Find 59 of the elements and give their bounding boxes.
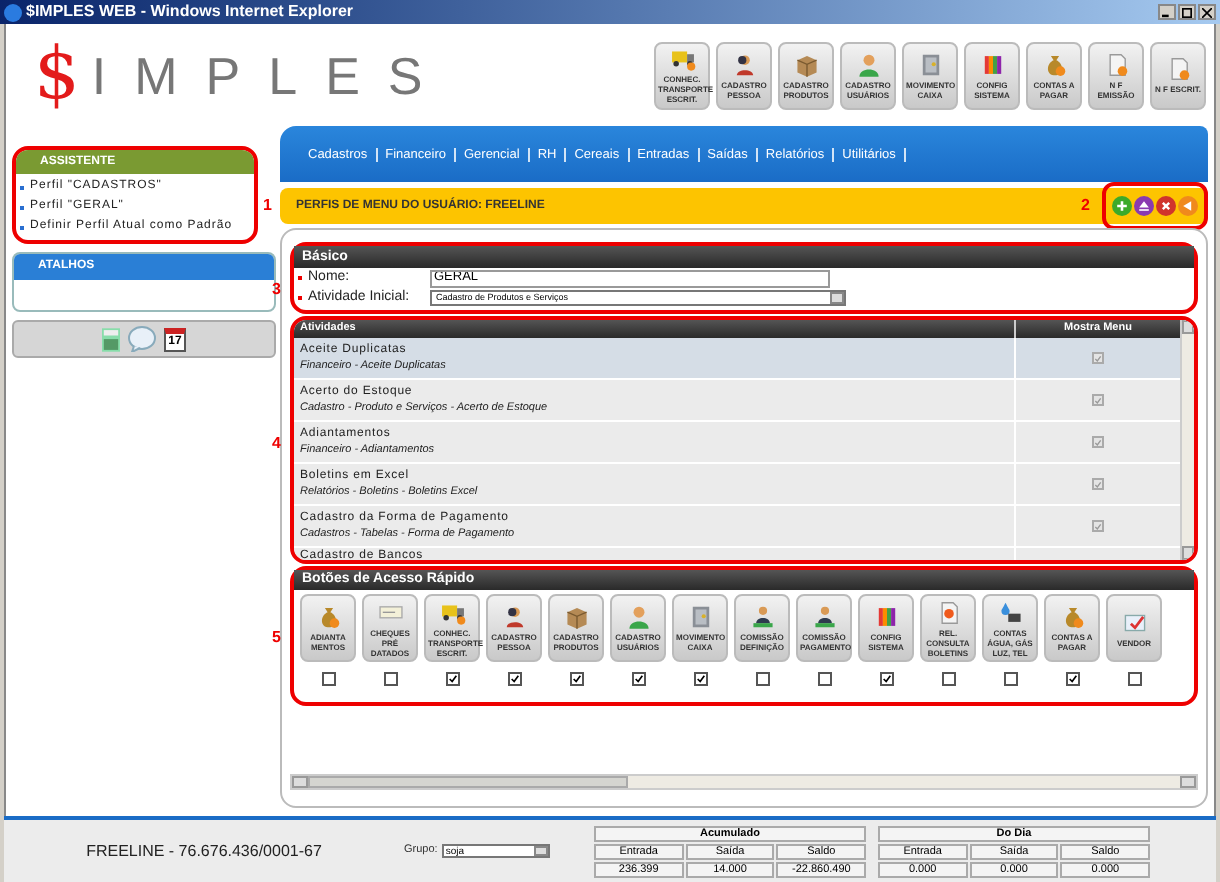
checkbox[interactable]: [1003, 672, 1017, 686]
box-icon: [793, 51, 819, 77]
checkbox[interactable]: [507, 672, 521, 686]
user-icon: [855, 51, 881, 77]
x-icon: [1158, 198, 1174, 214]
add-button[interactable]: [1112, 196, 1132, 216]
checkbox[interactable]: [1065, 672, 1079, 686]
checkbox[interactable]: [569, 672, 583, 686]
truck-icon: [439, 599, 465, 625]
logo: $ IMPLES: [34, 39, 453, 111]
user-icon: [625, 604, 651, 630]
color-palette-icon: [979, 51, 1005, 77]
window-title: $IMPLES WEB - Windows Internet Explorer: [26, 0, 355, 24]
vertical-scrollbar[interactable]: [1180, 320, 1194, 560]
caret-icon: [830, 292, 844, 304]
person-icon: [501, 604, 527, 630]
person-icon: [811, 604, 837, 630]
box-icon: [563, 604, 589, 630]
checkbox[interactable]: [321, 672, 335, 686]
close-icon: [1202, 7, 1212, 17]
checkbox[interactable]: [941, 672, 955, 686]
checkbox[interactable]: [693, 672, 707, 686]
minimize-button[interactable]: [1158, 4, 1176, 20]
checkbox[interactable]: [817, 672, 831, 686]
water-drop-icon: [997, 599, 1023, 625]
annotation-number: 2: [1081, 194, 1090, 218]
annotation-number: 4: [272, 432, 281, 456]
truck-icon: [669, 46, 695, 72]
close-button[interactable]: [1198, 4, 1216, 20]
checkbox[interactable]: [879, 672, 893, 686]
checkbox[interactable]: [445, 672, 459, 686]
checkbox[interactable]: [755, 672, 769, 686]
checkbox[interactable]: [383, 672, 397, 686]
plus-icon: [1114, 198, 1130, 214]
upload-icon: [1136, 198, 1152, 214]
checkbox[interactable]: [1127, 672, 1141, 686]
delete-button[interactable]: [1156, 196, 1176, 216]
document-icon: [1103, 51, 1129, 77]
annotation-number: 5: [272, 626, 281, 650]
document-icon: [1165, 56, 1191, 82]
calculator-icon[interactable]: [102, 327, 120, 351]
caret-icon: [533, 846, 548, 856]
checkmark-document-icon: [1121, 609, 1147, 635]
person-icon: [731, 51, 757, 77]
maximize-icon: [1182, 7, 1192, 17]
browser-icon: [4, 3, 22, 21]
safe-icon: [687, 604, 713, 630]
left-triangle-icon: [1180, 198, 1196, 214]
checkbox[interactable]: [631, 672, 645, 686]
company-info: FREELINE - 76.676.436/0001-67: [84, 839, 324, 863]
upload-button[interactable]: [1134, 196, 1154, 216]
safe-icon: [917, 51, 943, 77]
person-icon: [749, 604, 775, 630]
maximize-button[interactable]: [1178, 4, 1196, 20]
annotation-number: 1: [263, 194, 272, 218]
color-palette-icon: [873, 604, 899, 630]
horizontal-scrollbar[interactable]: [290, 774, 1198, 790]
chart-document-icon: [935, 599, 961, 625]
annotation-number: 3: [272, 278, 281, 302]
